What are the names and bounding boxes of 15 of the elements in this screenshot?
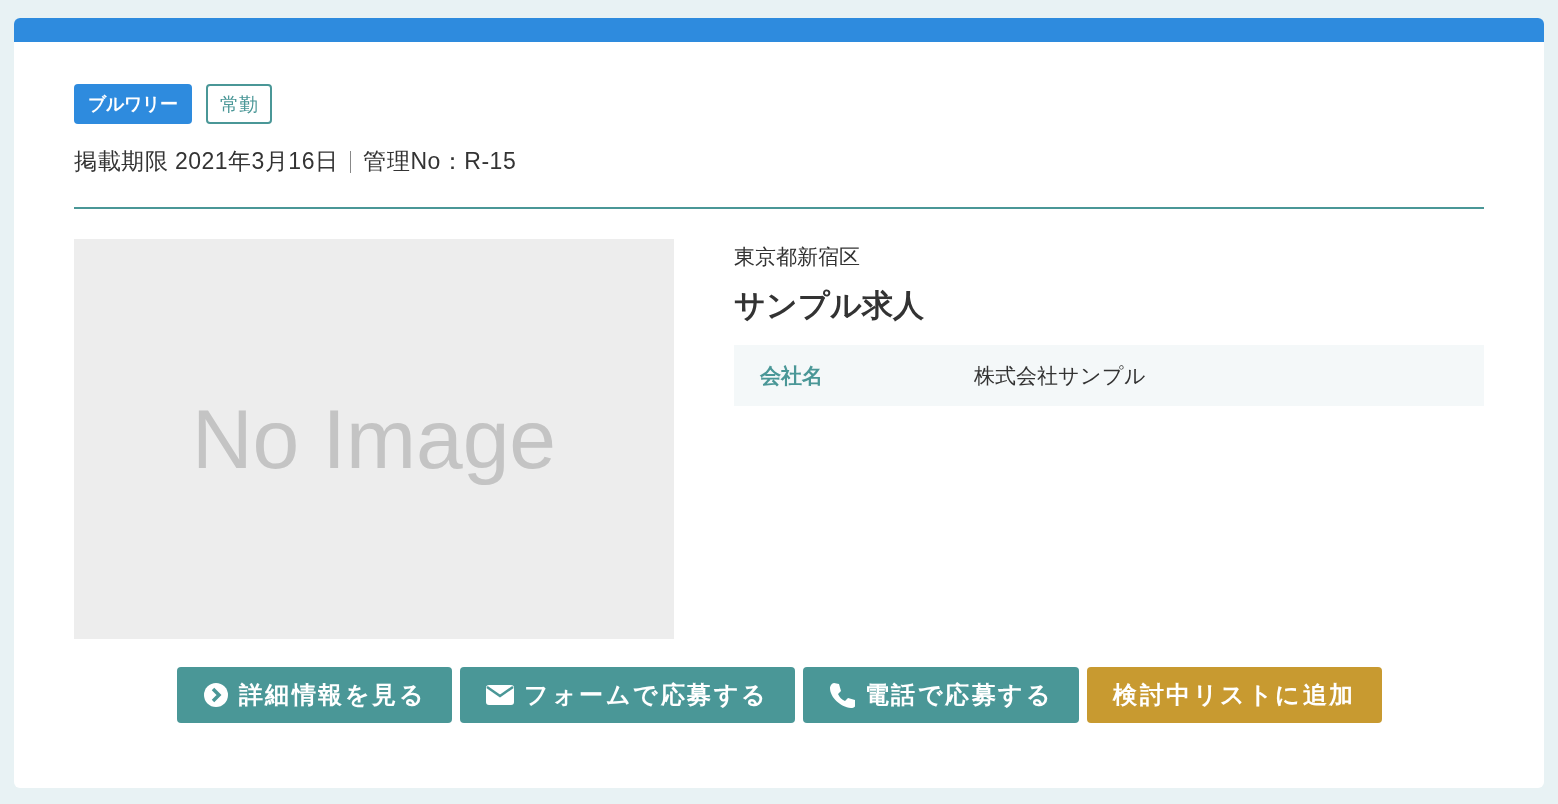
detail-label: 会社名 xyxy=(759,362,824,390)
detail-value: 株式会社サンプル xyxy=(974,362,1146,390)
action-button[interactable]: 検討中リストに追加 xyxy=(1087,667,1382,723)
phone-icon xyxy=(828,682,855,708)
action-button[interactable]: フォームで応募する xyxy=(460,667,795,723)
action-button[interactable]: 電話で応募する xyxy=(802,667,1079,723)
action-button[interactable]: 詳細情報を見る xyxy=(176,667,452,723)
category-tag: 常勤 xyxy=(206,84,272,124)
envelope-icon xyxy=(486,684,514,706)
arrow-circle-icon xyxy=(202,682,229,708)
meta-text: 管理No：R-15 xyxy=(363,147,517,176)
job-title: サンプル求人 xyxy=(734,286,925,325)
meta-text: 掲載期限 2021年3月16日 xyxy=(74,147,339,176)
location-text: 東京都新宿区 xyxy=(734,244,861,271)
category-tag: ブルワリー xyxy=(74,84,192,124)
